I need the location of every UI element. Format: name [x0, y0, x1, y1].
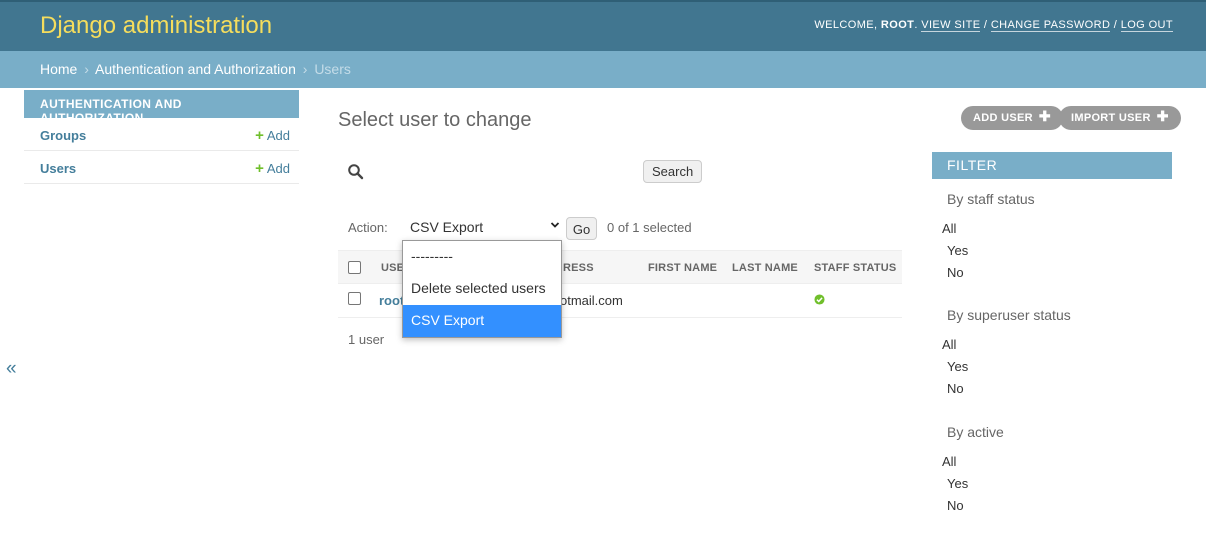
log-out-link[interactable]: LOG OUT [1120, 19, 1173, 32]
dropdown-option-csv-export[interactable]: CSV Export [403, 305, 561, 337]
changelist-filter: FILTER [932, 152, 1172, 179]
filter-choice-superuser-all[interactable]: All [942, 337, 956, 352]
paginator: 1 user [348, 332, 385, 347]
filter-choice-active-all[interactable]: All [942, 454, 956, 469]
action-select-value: CSV Export [410, 219, 484, 235]
filter-choice-superuser-yes[interactable]: Yes [947, 359, 968, 374]
column-header-email[interactable]: RESS [563, 262, 594, 274]
tools-separator: / [1110, 19, 1121, 31]
filter-choice-active-yes[interactable]: Yes [947, 476, 968, 491]
email-cell: otmail.com [560, 293, 623, 308]
breadcrumb-separator: › [302, 61, 308, 77]
check-circle-icon [814, 294, 825, 305]
add-label: Add [266, 161, 290, 176]
sidebar-item-groups-link[interactable]: Groups [40, 128, 86, 143]
add-user-label: ADD USER [973, 112, 1033, 124]
tools-separator: / [980, 19, 991, 31]
username-link[interactable]: root [379, 293, 404, 308]
action-label: Action: [348, 220, 388, 235]
filter-choice-active-no[interactable]: No [947, 498, 964, 513]
sidebar-item-users: Users + Add [24, 151, 299, 184]
plus-icon: ✚ [1038, 108, 1051, 124]
breadcrumb-home[interactable]: Home [40, 61, 77, 77]
app-caption[interactable]: AUTHENTICATION AND AUTHORIZATION [24, 90, 299, 125]
toggle-nav-sidebar-button[interactable]: « [6, 358, 17, 380]
breadcrumb-current: Users [314, 61, 351, 77]
current-username: ROOT [880, 19, 915, 31]
dropdown-option-blank[interactable]: --------- [403, 241, 561, 273]
filter-choice-staff-no[interactable]: No [947, 265, 964, 280]
breadcrumb: Home › Authentication and Authorization … [0, 51, 1206, 88]
filter-caption: FILTER [932, 152, 1172, 179]
welcome-text: WELCOME, [814, 19, 881, 31]
plus-icon: + [255, 160, 264, 177]
header-top-border [0, 0, 1206, 2]
filter-heading-superuser: By superuser status [947, 307, 1071, 323]
dropdown-option-delete[interactable]: Delete selected users [403, 273, 561, 305]
filter-choice-staff-all[interactable]: All [942, 221, 956, 236]
row-select-checkbox[interactable] [348, 292, 361, 305]
plus-icon: ✚ [1156, 108, 1169, 124]
search-icon [348, 164, 364, 180]
import-user-button[interactable]: IMPORT USER ✚ [1059, 106, 1181, 130]
filter-choice-superuser-no[interactable]: No [947, 381, 964, 396]
action-select[interactable]: CSV Export [403, 215, 563, 240]
sidebar-item-groups: Groups + Add [24, 118, 299, 151]
column-header-staff-status[interactable]: STAFF STATUS [814, 262, 896, 274]
search-button[interactable]: Search [643, 160, 703, 183]
nav-sidebar: AUTHENTICATION AND AUTHORIZATION Groups … [24, 90, 299, 184]
action-dropdown-list: --------- Delete selected users CSV Expo… [402, 240, 562, 338]
site-branding[interactable]: Django administration [40, 12, 272, 40]
add-label: Add [266, 128, 290, 143]
change-password-link[interactable]: CHANGE PASSWORD [990, 19, 1111, 32]
column-header-username[interactable]: USE [381, 262, 404, 274]
sidebar-item-users-link[interactable]: Users [40, 161, 76, 176]
selection-count: 0 of 1 selected [607, 220, 692, 235]
import-user-label: IMPORT USER [1071, 112, 1151, 124]
column-header-last-name[interactable]: LAST NAME [732, 262, 798, 274]
plus-icon: + [255, 127, 264, 144]
chevron-down-icon [550, 222, 560, 228]
add-user-button[interactable]: ADD USER ✚ [961, 106, 1063, 130]
breadcrumb-separator: › [84, 61, 89, 77]
select-all-checkbox[interactable] [348, 261, 361, 274]
add-groups-link[interactable]: + Add [255, 128, 290, 143]
column-header-first-name[interactable]: FIRST NAME [648, 262, 717, 274]
add-users-link[interactable]: + Add [255, 161, 290, 176]
filter-heading-staff: By staff status [947, 191, 1035, 207]
filter-heading-active: By active [947, 424, 1004, 440]
go-button[interactable]: Go [566, 217, 597, 240]
breadcrumb-app[interactable]: Authentication and Authorization [95, 61, 296, 77]
view-site-link[interactable]: VIEW SITE [921, 19, 981, 32]
page-title: Select user to change [338, 109, 532, 131]
user-tools: WELCOME, ROOT. VIEW SITE / CHANGE PASSWO… [814, 19, 1173, 32]
filter-choice-staff-yes[interactable]: Yes [947, 243, 968, 258]
site-header: Django administration WELCOME, ROOT. VIE… [0, 0, 1206, 51]
